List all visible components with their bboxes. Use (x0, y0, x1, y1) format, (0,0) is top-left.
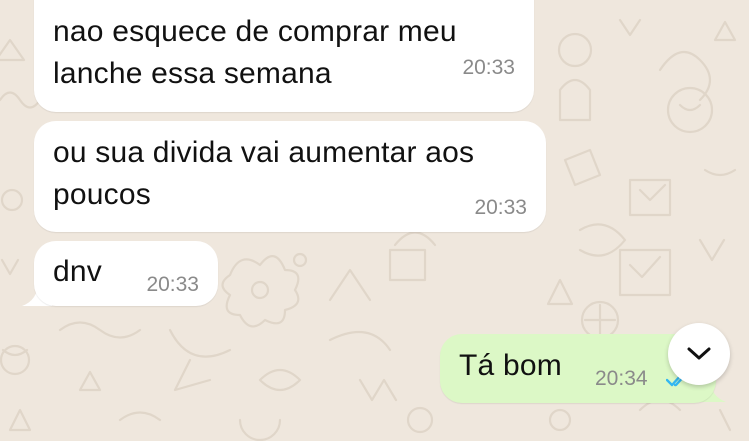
message-bubble-incoming[interactable]: nao esquece de comprar meu lanche essa s… (34, 0, 534, 112)
message-timestamp: 20:33 (462, 56, 515, 79)
message-bubble-incoming[interactable]: ou sua divida vai aumentar aos poucos 20… (34, 121, 546, 232)
message-text: nao esquece de comprar meu lanche essa s… (53, 15, 457, 90)
message-timestamp: 20:33 (474, 196, 527, 219)
message-text: ou sua divida vai aumentar aos poucos (53, 136, 475, 211)
message-text: dnv (53, 255, 102, 288)
message-timestamp: 20:34 (595, 367, 648, 390)
message-text: Tá bom (459, 349, 562, 382)
message-timestamp: 20:33 (146, 273, 199, 296)
scroll-to-bottom-button[interactable] (668, 323, 730, 385)
message-bubble-incoming[interactable]: dnv 20:33 (34, 241, 218, 306)
chevron-down-icon (687, 347, 711, 360)
